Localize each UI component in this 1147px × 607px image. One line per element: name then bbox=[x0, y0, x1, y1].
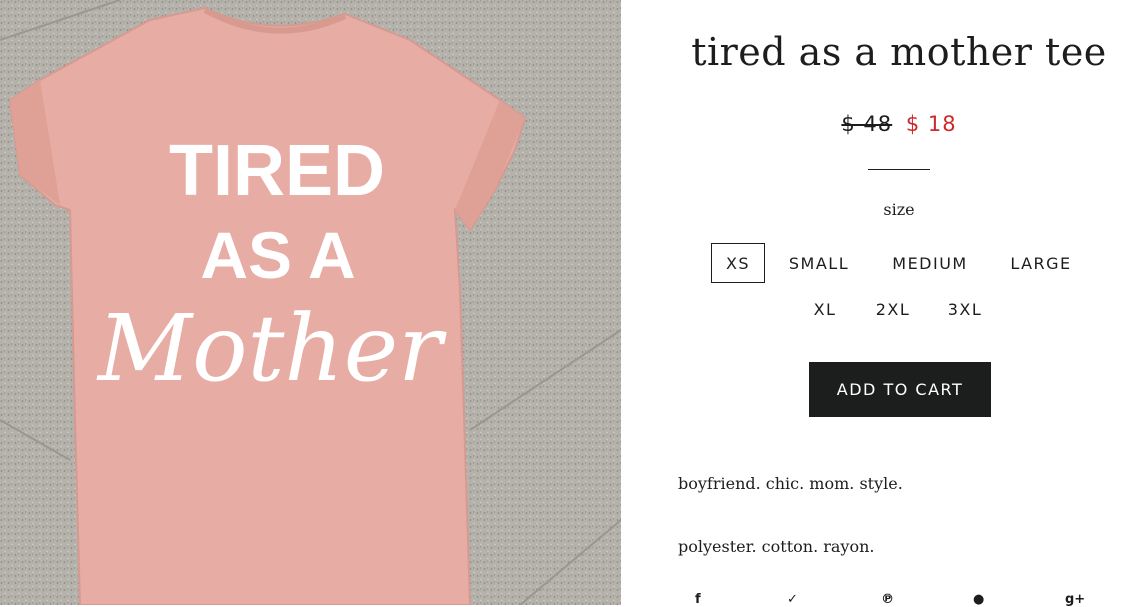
size-option-xs[interactable]: XS bbox=[711, 243, 765, 283]
price-row: $ 48 $ 18 bbox=[621, 112, 1147, 136]
product-image: TIRED AS A Mother bbox=[0, 0, 621, 605]
add-to-cart-button[interactable]: ADD TO CART bbox=[809, 362, 991, 417]
original-price: $ 48 bbox=[841, 112, 893, 136]
size-option-2xl[interactable]: 2XL bbox=[867, 290, 919, 330]
product-title: tired as a mother tee bbox=[691, 30, 1107, 74]
size-option-medium[interactable]: MEDIUM bbox=[879, 244, 981, 284]
shirt-text-line1: TIRED bbox=[169, 131, 385, 211]
description-style: boyfriend. chic. mom. style. bbox=[678, 474, 903, 493]
product-details: tired as a mother tee $ 48 $ 18 size XS … bbox=[621, 0, 1147, 607]
size-option-xl[interactable]: XL bbox=[805, 290, 845, 330]
shirt-text-line3: Mother bbox=[96, 295, 447, 402]
size-label: size bbox=[883, 200, 915, 219]
divider bbox=[868, 169, 930, 170]
size-option-3xl[interactable]: 3XL bbox=[939, 290, 991, 330]
description-material: polyester. cotton. rayon. bbox=[678, 537, 875, 556]
shirt-text-line2: AS A bbox=[200, 218, 355, 292]
size-option-large[interactable]: LARGE bbox=[1001, 244, 1081, 284]
size-option-small[interactable]: SMALL bbox=[781, 244, 857, 284]
shirt-photo: TIRED AS A Mother bbox=[0, 0, 621, 605]
sale-price: $ 18 bbox=[905, 112, 957, 136]
